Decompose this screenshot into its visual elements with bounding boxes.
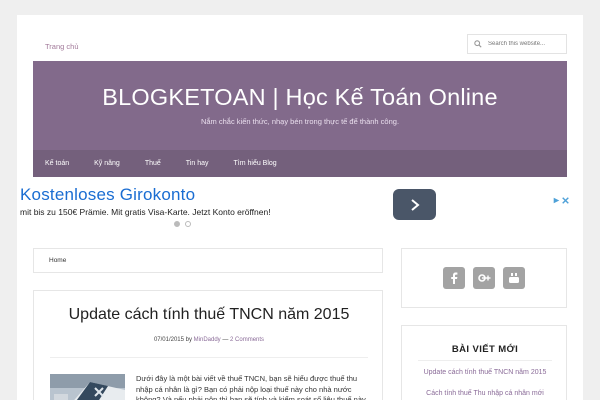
- ad-dot[interactable]: [185, 221, 191, 227]
- google-plus-icon[interactable]: [473, 267, 495, 289]
- search-input[interactable]: [488, 41, 562, 47]
- post-meta: 07/01/2015 by MinDaddy — 2 Comments: [34, 337, 384, 343]
- post-date: 07/01/2015: [153, 337, 184, 343]
- nav-item-tim-hieu-blog[interactable]: Tìm hiểu Blog: [234, 160, 277, 167]
- main-navigation: Kế toán Kỹ năng Thuế Tin hay Tìm hiểu Bl…: [33, 150, 567, 177]
- recent-posts-widget: BÀI VIẾT MỚI Update cách tính thuế TNCN …: [401, 325, 567, 400]
- social-widget: [401, 248, 567, 308]
- post-entry: Update cách tính thuế TNCN năm 2015 07/0…: [33, 290, 383, 400]
- post-author-link[interactable]: MinDaddy: [194, 337, 221, 343]
- post-by: by: [185, 337, 192, 343]
- facebook-icon[interactable]: [443, 267, 465, 289]
- divider: [50, 357, 368, 358]
- nav-home-link[interactable]: Trang chủ: [45, 42, 79, 51]
- ad-title[interactable]: Kostenloses Girokonto: [20, 185, 195, 205]
- adchoices-icon[interactable]: [553, 197, 569, 204]
- chevron-right-icon: [410, 198, 420, 211]
- site-header: BLOGKETOAN | Học Kế Toán Online Nắm chắc…: [33, 61, 567, 150]
- ad-pagination: [174, 221, 191, 227]
- breadcrumb-home[interactable]: Home: [49, 257, 66, 264]
- ad-dot-active[interactable]: [174, 221, 180, 227]
- divider: [418, 360, 552, 361]
- post-thumbnail[interactable]: [50, 374, 125, 400]
- site-title[interactable]: BLOGKETOAN | Học Kế Toán Online: [33, 84, 567, 111]
- nav-item-ky-nang[interactable]: Kỹ năng: [94, 160, 120, 167]
- breadcrumb: Home: [33, 248, 383, 273]
- youtube-icon[interactable]: [503, 267, 525, 289]
- meta-separator: —: [222, 337, 229, 343]
- close-icon: [562, 197, 569, 204]
- nav-item-tin-hay[interactable]: Tin hay: [186, 160, 209, 167]
- post-title[interactable]: Update cách tính thuế TNCN năm 2015: [34, 306, 384, 324]
- recent-post-link[interactable]: Update cách tính thuế TNCN năm 2015: [402, 369, 568, 376]
- top-navigation: Trang chủ: [17, 15, 583, 61]
- ad-text[interactable]: mit bis zu 150€ Prämie. Mit gratis Visa-…: [20, 207, 271, 217]
- info-icon: [553, 197, 560, 204]
- post-excerpt: Dưới đây là một bài viết về thuế TNCN, b…: [136, 374, 366, 400]
- advertisement[interactable]: Kostenloses Girokonto mit bis zu 150€ Pr…: [18, 185, 569, 243]
- post-comments-link[interactable]: 2 Comments: [230, 337, 264, 343]
- recent-post-link[interactable]: Cách tính thuế Thu nhập cá nhân mới: [402, 390, 568, 397]
- site-description: Nắm chắc kiến thức, nhạy bén trong thực …: [200, 117, 400, 126]
- nav-item-ke-toan[interactable]: Kế toán: [45, 160, 69, 167]
- nav-item-thue[interactable]: Thuế: [145, 160, 161, 167]
- search-icon[interactable]: [468, 40, 488, 48]
- search-form[interactable]: [467, 34, 567, 54]
- widget-title: BÀI VIẾT MỚI: [451, 344, 519, 355]
- ad-next-button[interactable]: [393, 189, 436, 220]
